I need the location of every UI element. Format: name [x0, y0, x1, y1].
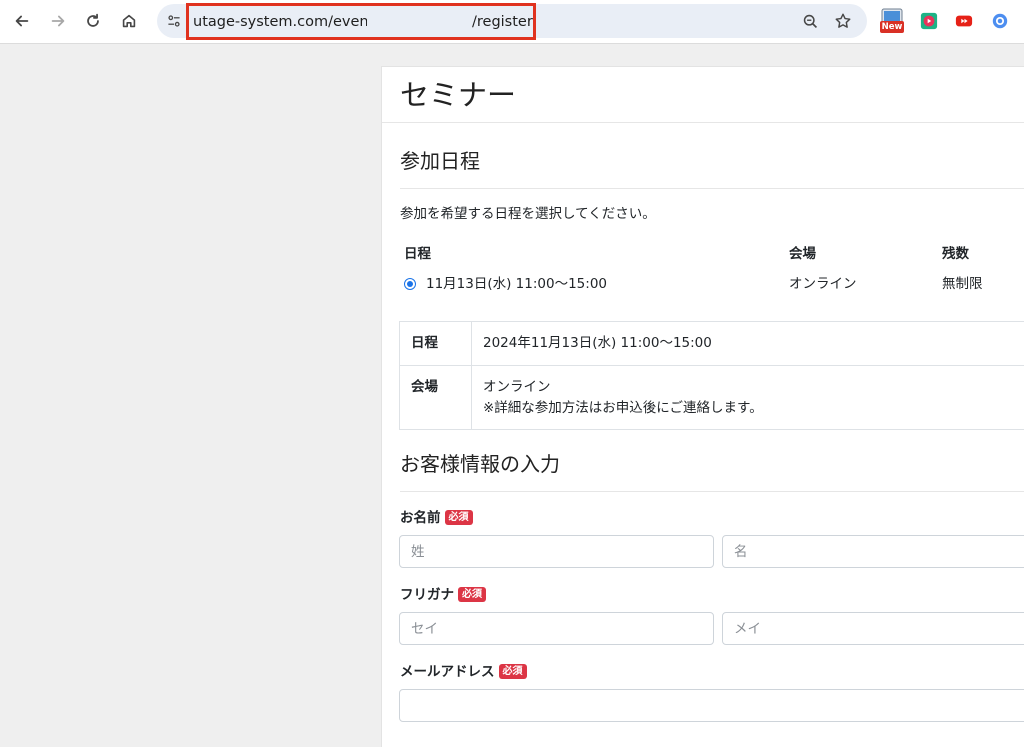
details-venue-label: 会場 [411, 379, 438, 395]
table-row-divider [400, 365, 1024, 366]
furigana-label: フリガナ [400, 587, 454, 603]
bookmark-button[interactable] [832, 10, 854, 32]
site-info-button[interactable] [163, 10, 185, 32]
star-icon [835, 13, 851, 28]
zoom-button[interactable] [799, 10, 821, 32]
first-name-kana-input[interactable] [722, 612, 1024, 645]
extension-new-badge: New [881, 22, 903, 32]
event-details-table: 日程 2024年11月13日(水) 11:00〜15:00 会場 オンライン ※… [399, 321, 1024, 430]
table-column-divider [471, 322, 472, 429]
furigana-label-row: フリガナ 必須 [400, 586, 486, 604]
schedule-option-venue: オンライン [789, 276, 857, 292]
registration-card: セミナー 参加日程 参加を希望する日程を選択してください。 日程 会場 残数 1… [381, 66, 1024, 747]
required-badge: 必須 [458, 587, 486, 602]
last-name-kana-input[interactable] [399, 612, 714, 645]
forward-button[interactable] [44, 7, 72, 35]
required-badge: 必須 [498, 664, 527, 679]
schedule-heading: 参加日程 [400, 149, 480, 173]
home-icon [122, 14, 136, 28]
email-label: メールアドレス [400, 664, 495, 680]
customer-info-heading: お客様情報の入力 [400, 452, 560, 476]
last-name-input[interactable] [399, 535, 714, 568]
schedule-instruction: 参加を希望する日程を選択してください。 [400, 206, 656, 222]
title-divider [382, 122, 1024, 123]
customer-info-divider [400, 491, 1024, 492]
name-label-row: お名前 必須 [400, 509, 473, 527]
url-highlight-box [186, 3, 536, 40]
forward-arrow-icon [51, 15, 65, 27]
column-header-date: 日程 [404, 246, 431, 262]
details-venue-value: オンライン [483, 379, 551, 395]
schedule-divider [400, 188, 1024, 189]
tune-icon [168, 15, 180, 27]
schedule-option-remaining: 無制限 [942, 276, 983, 292]
home-button[interactable] [115, 7, 143, 35]
zoom-out-icon [803, 14, 817, 28]
address-bar[interactable]: utage-system.com/event/a /register [157, 3, 867, 40]
circle-extension-icon [992, 13, 1008, 29]
reload-button[interactable] [79, 7, 107, 35]
email-input[interactable] [399, 689, 1024, 722]
extension-new[interactable]: New [880, 8, 904, 34]
back-arrow-icon [15, 15, 29, 27]
details-date-label: 日程 [411, 335, 438, 351]
details-date-value: 2024年11月13日(水) 11:00〜15:00 [483, 335, 712, 351]
back-button[interactable] [8, 7, 36, 35]
youtube-icon [955, 15, 973, 27]
required-badge: 必須 [444, 510, 473, 525]
email-label-row: メールアドレス 必須 [400, 663, 527, 681]
extension-video[interactable] [918, 10, 940, 32]
page-title: セミナー [400, 78, 517, 112]
extension-youtube[interactable] [953, 10, 975, 32]
extension-circle[interactable] [989, 10, 1011, 32]
schedule-option-date[interactable]: 11月13日(水) 11:00〜15:00 [426, 275, 607, 293]
name-label: お名前 [400, 510, 441, 526]
video-player-icon [920, 12, 938, 30]
first-name-input[interactable] [722, 535, 1024, 568]
column-header-remaining: 残数 [942, 246, 969, 262]
details-venue-note: ※詳細な参加方法はお申込後にご連絡します。 [483, 400, 763, 416]
column-header-venue: 会場 [789, 246, 816, 262]
reload-icon [87, 13, 99, 27]
browser-toolbar: utage-system.com/event/a /register New [0, 0, 1024, 44]
schedule-radio-selected[interactable] [404, 278, 416, 290]
